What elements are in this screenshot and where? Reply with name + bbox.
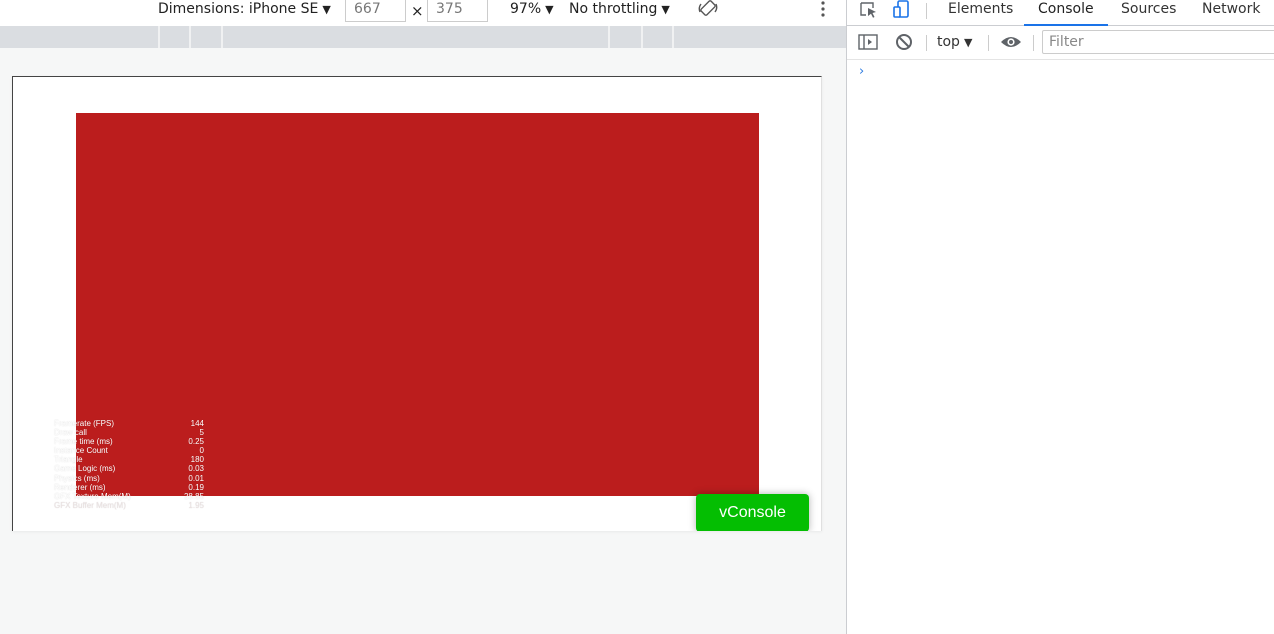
- tab-sources[interactable]: Sources: [1121, 0, 1176, 26]
- stats-value: 0: [199, 446, 204, 456]
- ruler-tick: [608, 26, 610, 48]
- stats-row: Framerate (FPS) 144: [54, 419, 204, 428]
- inspect-element-icon[interactable]: [859, 1, 879, 19]
- ruler-tick: [641, 26, 643, 48]
- stats-row: Triangle 180: [54, 455, 204, 464]
- stats-value: 5: [199, 428, 204, 438]
- stats-label: GFX Buffer Mem(M): [54, 500, 126, 510]
- stats-value: 0.03: [188, 464, 204, 474]
- separator: [926, 35, 927, 51]
- show-sidebar-icon[interactable]: [858, 34, 878, 50]
- dimensions-dropdown[interactable]: Dimensions: iPhone SE ▼: [158, 0, 331, 22]
- stats-value: 0.25: [188, 437, 204, 447]
- stats-label: Instance Count: [54, 446, 108, 456]
- stats-label: Framerate (FPS): [54, 419, 115, 428]
- ruler-tick: [158, 26, 160, 48]
- stats-row: Frame time (ms) 0.25: [54, 437, 204, 446]
- devtools-tab-bar: Elements Console Sources Network: [847, 0, 1274, 26]
- ruler-tick: [672, 26, 674, 48]
- clear-console-icon[interactable]: [895, 33, 913, 51]
- tab-console[interactable]: Console: [1024, 0, 1108, 26]
- stats-label: Game Logic (ms): [54, 464, 116, 474]
- stats-label: Triangle: [54, 455, 83, 465]
- device-toolbar: Dimensions: iPhone SE ▼ 667 × 375 97% ▼ No…: [0, 0, 846, 26]
- stats-row: Game Logic (ms) 0.03: [54, 464, 204, 473]
- stats-value: 144: [190, 419, 204, 428]
- ruler-tick: [221, 26, 223, 48]
- chevron-down-icon: ▼: [661, 3, 670, 16]
- stats-row: Physics (ms) 0.01: [54, 474, 204, 483]
- console-toolbar: top ▼ Filter: [847, 27, 1274, 60]
- throttling-dropdown[interactable]: No throttling ▼: [569, 0, 670, 22]
- chevron-down-icon: ▼: [545, 3, 554, 16]
- stats-row: Draw call 5: [54, 428, 204, 437]
- throttling-label: No throttling: [569, 1, 658, 17]
- profiler-stats: Framerate (FPS) 144 Draw call 5 Frame time (…: [54, 419, 204, 510]
- zoom-dropdown[interactable]: 97% ▼: [510, 0, 554, 22]
- dimensions-label: Dimensions: iPhone SE: [158, 1, 319, 17]
- ruler-tick: [189, 26, 191, 48]
- rotate-icon[interactable]: [698, 0, 718, 18]
- chevron-down-icon: ▼: [322, 3, 331, 16]
- separator: [926, 3, 927, 19]
- stats-value: 0.01: [188, 473, 204, 483]
- vconsole-button[interactable]: vConsole: [696, 494, 809, 531]
- separator: [988, 35, 989, 51]
- devtools-panel: Elements Console Sources Network top ▼ Fi…: [846, 0, 1274, 634]
- device-viewport: Framerate (FPS) 144 Draw call 5 Frame time (…: [12, 76, 822, 531]
- tab-network[interactable]: Network: [1202, 0, 1260, 26]
- stats-label: Renderer (ms): [54, 482, 106, 492]
- stats-value: 28.85: [183, 491, 204, 501]
- separator: [1033, 35, 1034, 51]
- stats-value: 1.95: [188, 500, 204, 510]
- stats-row: Instance Count 0: [54, 446, 204, 455]
- kebab-vertical-icon[interactable]: [818, 0, 828, 18]
- stats-label: GFX Texture Mem(M): [54, 491, 131, 501]
- tab-elements[interactable]: Elements: [948, 0, 1013, 26]
- stats-label: Frame time (ms): [54, 437, 113, 447]
- context-label: top: [937, 34, 960, 50]
- stats-label: Physics (ms): [54, 473, 100, 483]
- filter-input[interactable]: Filter: [1042, 30, 1274, 54]
- eye-icon[interactable]: [1000, 35, 1022, 49]
- width-input[interactable]: 667: [345, 0, 406, 22]
- stats-label: Draw call: [54, 428, 87, 438]
- device-toolbar-icon[interactable]: [892, 0, 912, 19]
- console-prompt[interactable]: ›: [859, 64, 864, 79]
- stats-value: 0.19: [188, 482, 204, 492]
- stats-row: Renderer (ms) 0.19: [54, 483, 204, 492]
- stats-row: GFX Texture Mem(M) 28.85: [54, 492, 204, 501]
- chevron-down-icon: ▼: [963, 36, 973, 49]
- height-input[interactable]: 375: [427, 0, 488, 22]
- media-query-ruler[interactable]: [0, 26, 846, 48]
- zoom-label: 97%: [510, 1, 542, 17]
- stats-row: GFX Buffer Mem(M) 1.95: [54, 501, 204, 510]
- device-emulation-area: Dimensions: iPhone SE ▼ 667 × 375 97% ▼ No…: [0, 0, 846, 634]
- stats-value: 180: [190, 455, 204, 465]
- times-sign: ×: [411, 2, 424, 20]
- context-selector[interactable]: top ▼: [937, 34, 972, 50]
